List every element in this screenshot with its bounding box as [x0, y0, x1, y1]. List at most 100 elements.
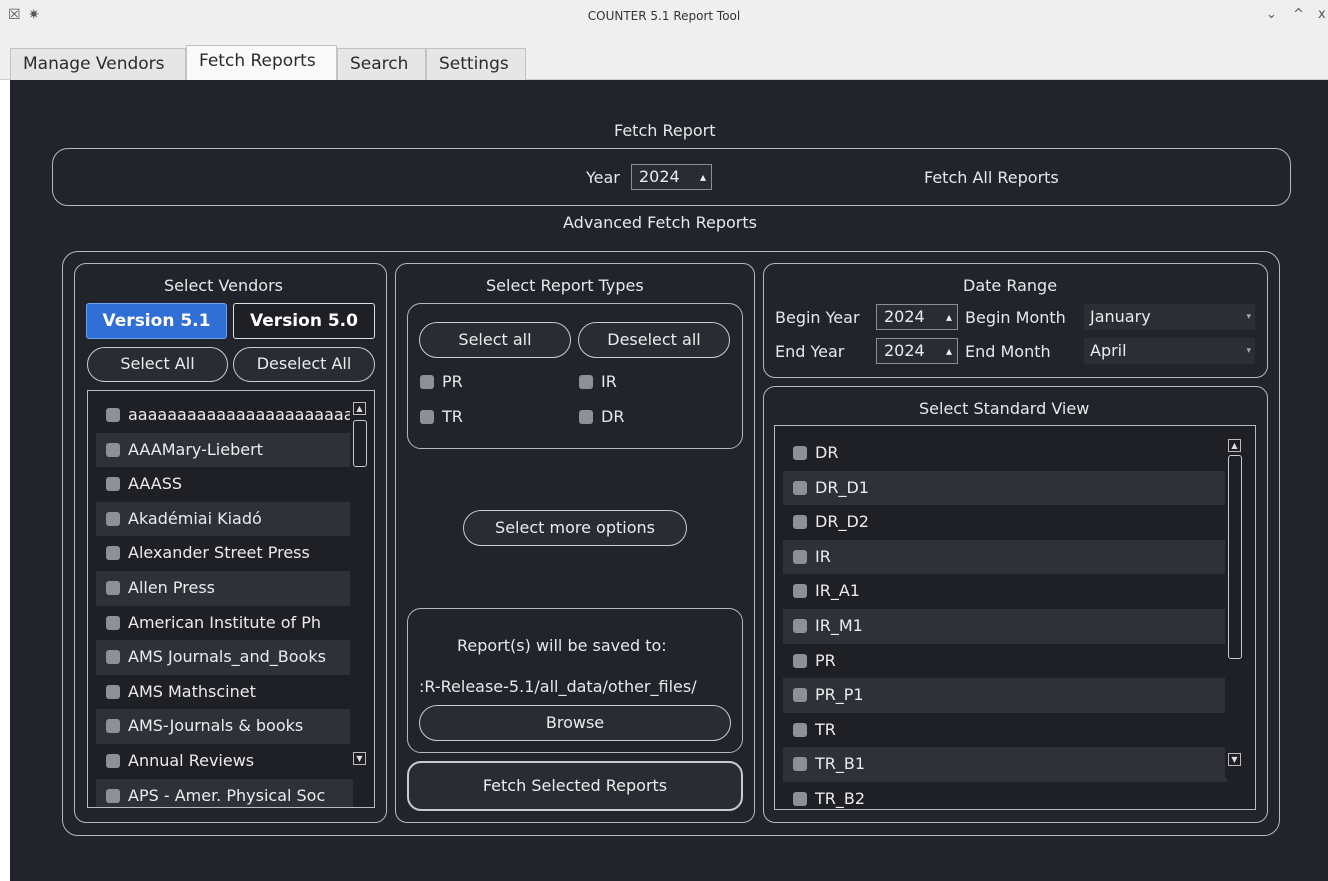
standard-view-item[interactable]: DR_D1 [783, 470, 1227, 506]
checkbox[interactable] [793, 653, 807, 668]
checkbox[interactable] [793, 792, 807, 806]
standard-view-item[interactable]: PR_P1 [783, 678, 1227, 713]
version-5-0-button[interactable]: Version 5.0 [233, 303, 375, 339]
vendor-item[interactable]: AAASS [96, 467, 353, 502]
checkbox[interactable] [106, 684, 120, 699]
end-year-spinbox[interactable]: 2024 ▴ [876, 338, 958, 364]
window-title: COUNTER 5.1 Report Tool [587, 9, 741, 23]
fetch-report-heading: Fetch Report [614, 121, 716, 140]
standard-view-item[interactable]: IR_M1 [783, 609, 1227, 644]
vendor-item[interactable]: AMS-Journals & books [96, 709, 353, 744]
end-month-dropdown[interactable]: April ▾ [1084, 338, 1255, 364]
checkbox[interactable] [793, 757, 807, 772]
spin-arrows-icon[interactable]: ▴ [946, 305, 952, 329]
checkbox[interactable] [793, 446, 807, 460]
begin-month-label: Begin Month [965, 308, 1066, 327]
checkbox[interactable] [106, 788, 120, 803]
begin-year-spinbox[interactable]: 2024 ▴ [876, 304, 958, 330]
vendor-item[interactable]: AAAMary-Liebert [96, 432, 353, 468]
select-more-options-button[interactable]: Select more options [463, 510, 687, 546]
standard-view-list[interactable]: DR DR_D1 DR_D2 IR IR_A1 IR_M1 PR PR_P1 T… [774, 425, 1256, 810]
standard-view-item[interactable]: PR [783, 644, 1227, 679]
report-type-pr[interactable]: PR [420, 372, 463, 391]
scroll-down-icon[interactable]: ▼ [353, 752, 366, 765]
checkbox[interactable] [793, 722, 807, 737]
tab-settings[interactable]: Settings [426, 48, 526, 80]
chevron-down-icon[interactable]: ▾ [1246, 304, 1251, 330]
checkbox[interactable] [106, 615, 120, 630]
save-to-label: Report(s) will be saved to: [457, 636, 667, 655]
vendor-item[interactable]: American Institute of Ph [96, 606, 353, 641]
checkbox[interactable] [793, 584, 807, 599]
checkbox[interactable] [106, 650, 120, 665]
browse-button[interactable]: Browse [419, 705, 731, 741]
end-year-label: End Year [775, 342, 845, 361]
report-type-tr[interactable]: TR [420, 407, 463, 426]
standard-view-item[interactable]: TR_B2 [783, 782, 1227, 809]
vendor-item[interactable]: aaaaaaaaaaaaaaaaaaaaaaa [96, 398, 353, 433]
checkbox[interactable] [106, 546, 120, 561]
scroll-handle[interactable] [353, 420, 367, 467]
checkbox[interactable] [106, 442, 120, 457]
vendor-item[interactable]: Alexander Street Press [96, 536, 353, 571]
standard-view-item[interactable]: TR_B1 [783, 747, 1227, 782]
select-standard-view-heading: Select Standard View [919, 399, 1090, 418]
checkbox[interactable] [106, 581, 120, 595]
checkbox[interactable] [420, 410, 434, 424]
vendors-scrollbar[interactable]: ▲ ▼ [350, 399, 368, 769]
close-icon[interactable]: x [1318, 7, 1326, 22]
standard-view-item[interactable]: TR [783, 713, 1227, 748]
minimize-icon[interactable]: ⌄ [1266, 7, 1277, 22]
checkbox[interactable] [579, 375, 593, 389]
year-spinbox[interactable]: 2024 ▴ [631, 164, 712, 190]
checkbox[interactable] [793, 480, 807, 495]
standard-view-item[interactable]: IR [783, 539, 1227, 575]
chevron-down-icon[interactable]: ▾ [1246, 338, 1251, 364]
standard-view-item[interactable]: DR_D2 [783, 505, 1227, 540]
checkbox[interactable] [106, 511, 120, 526]
advanced-fetch-heading: Advanced Fetch Reports [563, 213, 757, 232]
standard-view-item[interactable]: DR [783, 436, 1227, 471]
fetch-selected-reports-button[interactable]: Fetch Selected Reports [407, 761, 743, 811]
vendor-item[interactable]: Allen Press [96, 571, 353, 606]
vendor-item[interactable]: Annual Reviews [96, 744, 353, 779]
checkbox[interactable] [106, 754, 120, 768]
version-5-1-button[interactable]: Version 5.1 [86, 303, 227, 339]
deselect-all-reports-button[interactable]: Deselect all [578, 322, 730, 358]
spin-arrows-icon[interactable]: ▴ [700, 165, 706, 189]
maximize-icon[interactable]: ^ [1293, 7, 1304, 22]
scroll-up-icon[interactable]: ▲ [1228, 439, 1241, 452]
checkbox[interactable] [793, 549, 807, 564]
select-all-reports-button[interactable]: Select all [419, 322, 571, 358]
tab-manage-vendors[interactable]: Manage Vendors [10, 48, 186, 80]
checkbox[interactable] [579, 410, 593, 424]
select-all-vendors-button[interactable]: Select All [87, 347, 228, 382]
checkbox[interactable] [793, 619, 807, 633]
deselect-all-vendors-button[interactable]: Deselect All [233, 347, 375, 382]
checkbox[interactable] [793, 688, 807, 703]
scroll-down-icon[interactable]: ▼ [1228, 753, 1241, 766]
standard-view-scrollbar[interactable]: ▲ ▼ [1225, 436, 1243, 778]
report-type-ir[interactable]: IR [579, 372, 617, 391]
checkbox[interactable] [793, 515, 807, 530]
scroll-handle[interactable] [1228, 455, 1242, 659]
spin-arrows-icon[interactable]: ▴ [946, 339, 952, 363]
checkbox[interactable] [106, 719, 120, 734]
tab-fetch-reports[interactable]: Fetch Reports [186, 45, 337, 81]
vendor-item[interactable]: Akadémiai Kiadó [96, 501, 353, 537]
checkbox[interactable] [420, 375, 434, 389]
vendor-item[interactable]: AMS Journals_and_Books [96, 640, 353, 675]
fetch-all-reports-button[interactable]: Fetch All Reports [924, 168, 1059, 187]
report-type-dr[interactable]: DR [579, 407, 624, 426]
standard-view-item[interactable]: IR_A1 [783, 574, 1227, 609]
vendors-list[interactable]: aaaaaaaaaaaaaaaaaaaaaaa AAAMary-Liebert … [87, 390, 375, 808]
tab-search[interactable]: Search [337, 48, 426, 80]
vendor-item[interactable]: AMS Mathscinet [96, 675, 353, 710]
checkbox[interactable] [106, 408, 120, 422]
begin-month-dropdown[interactable]: January ▾ [1084, 304, 1255, 330]
select-report-types-heading: Select Report Types [486, 276, 644, 295]
tab-bar: Manage Vendors Fetch Reports Search Sett… [0, 36, 1328, 81]
vendor-item[interactable]: APS - Amer. Physical Soc [96, 778, 353, 807]
checkbox[interactable] [106, 477, 120, 492]
scroll-up-icon[interactable]: ▲ [353, 402, 366, 415]
